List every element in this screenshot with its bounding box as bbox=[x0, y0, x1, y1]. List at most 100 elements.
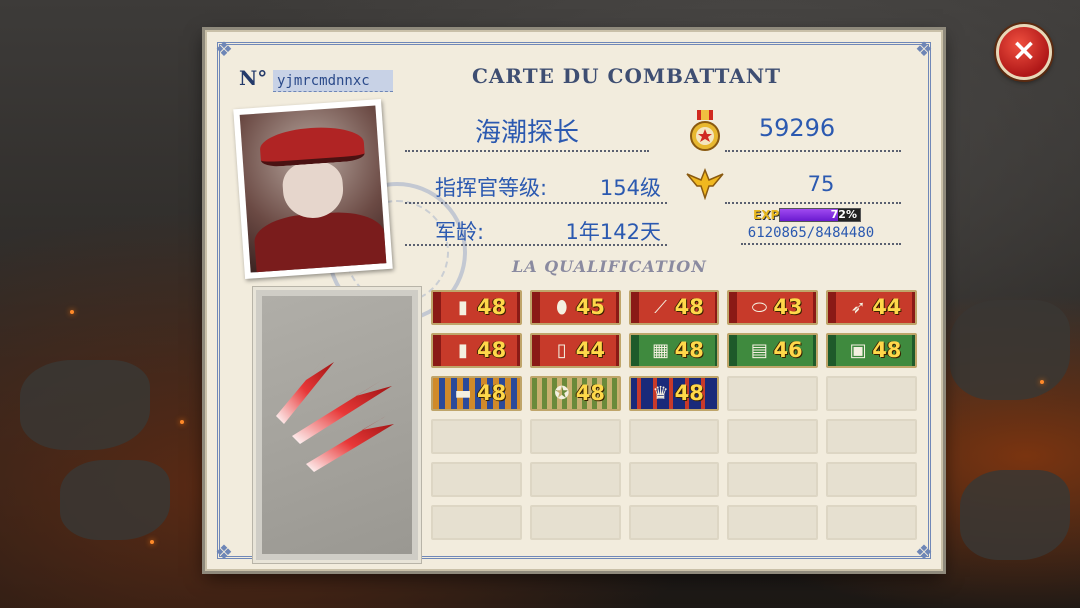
badge-level: 48 bbox=[674, 381, 704, 405]
emblem-panel bbox=[252, 286, 422, 564]
qualification-badge-grid: ▮ 48 ⬮ 45 ⟋ 48 ⬭ 43 ➶ 44 ▮ 48 ▯ 44 ▦ 48 ▤ 46 ▣ 48 ▬ 48 ✪ 48 ♛ 48 bbox=[431, 290, 917, 548]
empty-badge-slot bbox=[628, 462, 720, 497]
portrait-coat bbox=[252, 209, 387, 273]
badge-level: 48 bbox=[674, 338, 704, 362]
qualification-badge[interactable]: ⬭ 43 bbox=[727, 290, 819, 325]
player-name: 海潮探长 bbox=[474, 118, 579, 148]
combatant-card: ❖ ❖ ❖ ❖ N° yjmrcmdnnxc CARTE DU COMBATTA… bbox=[205, 30, 943, 571]
corner-ornament-icon: ❖ bbox=[215, 37, 233, 61]
card-title: CARTE DU COMBATTANT bbox=[472, 64, 781, 88]
empty-badge-slot bbox=[529, 462, 621, 497]
corner-ornament-icon: ❖ bbox=[915, 37, 933, 61]
underline bbox=[725, 150, 901, 152]
empty-badge-slot bbox=[529, 419, 621, 454]
badge-row: ▮ 48 ▯ 44 ▦ 48 ▤ 46 ▣ 48 bbox=[431, 333, 917, 368]
commander-level-label: 指挥官等级: bbox=[435, 176, 548, 200]
medal-icon bbox=[690, 110, 720, 151]
blueprint-icon: ▤ bbox=[750, 340, 768, 361]
number-label: N° bbox=[239, 66, 268, 90]
ammo-icon: ⬭ bbox=[751, 297, 768, 318]
underline bbox=[405, 244, 667, 246]
underline bbox=[725, 202, 901, 204]
exp-label: EXP bbox=[753, 208, 780, 222]
badge-level: 48 bbox=[477, 295, 507, 319]
empty-badge-slot bbox=[431, 505, 522, 540]
empty-badge-slot bbox=[628, 419, 720, 454]
badge-level: 48 bbox=[477, 338, 507, 362]
rifle-icon: ⟋ bbox=[654, 297, 667, 318]
ember bbox=[70, 310, 74, 314]
underline bbox=[405, 150, 649, 152]
rocket-icon: ➶ bbox=[850, 297, 866, 318]
cartridge-icon: ▯ bbox=[556, 340, 567, 361]
close-button[interactable]: × bbox=[996, 24, 1052, 80]
badge-row bbox=[431, 419, 917, 454]
emblem-panel-inner bbox=[262, 296, 412, 554]
badge-level: 48 bbox=[872, 338, 902, 362]
qualification-badge[interactable]: ▯ 44 bbox=[529, 333, 621, 368]
underline bbox=[405, 202, 667, 204]
qualification-badge[interactable]: ▤ 46 bbox=[727, 333, 819, 368]
background-rock bbox=[60, 460, 170, 540]
corner-ornament-icon: ❖ bbox=[215, 540, 233, 564]
badge-row bbox=[431, 462, 917, 497]
badge-level: 43 bbox=[773, 295, 803, 319]
wings-rank-icon bbox=[686, 167, 724, 200]
badge-level: 46 bbox=[773, 338, 803, 362]
qualification-badge[interactable]: ▮ 48 bbox=[431, 333, 522, 368]
empty-badge-slot bbox=[727, 505, 819, 540]
empty-badge-slot bbox=[826, 419, 917, 454]
qualification-badge[interactable]: ▣ 48 bbox=[826, 333, 917, 368]
background-rock bbox=[960, 470, 1070, 560]
shell-icon: ⬮ bbox=[556, 297, 568, 318]
empty-badge-slot bbox=[628, 505, 720, 540]
qualification-badge[interactable]: ▮ 48 bbox=[431, 290, 522, 325]
empty-badge-slot bbox=[727, 462, 819, 497]
portrait-image bbox=[239, 105, 387, 273]
qualification-badge[interactable]: ▦ 48 bbox=[628, 333, 720, 368]
empty-badge-slot bbox=[431, 419, 522, 454]
badge-row: ▮ 48 ⬮ 45 ⟋ 48 ⬭ 43 ➶ 44 bbox=[431, 290, 917, 325]
rank-value: 75 bbox=[807, 172, 835, 196]
combat-power: 59296 bbox=[758, 114, 836, 142]
empty-badge-slot bbox=[826, 462, 917, 497]
portrait-cap bbox=[258, 124, 366, 168]
claw-marks-icon bbox=[276, 356, 394, 472]
commander-level-value: 154级 bbox=[599, 176, 661, 200]
bullet-icon: ▮ bbox=[458, 340, 468, 361]
ember bbox=[1040, 380, 1044, 384]
exp-progress-text: 6120865/8484480 bbox=[747, 225, 875, 241]
badge-level: 48 bbox=[477, 381, 507, 405]
medal-icon: ✪ bbox=[554, 383, 570, 404]
empty-badge-slot bbox=[431, 462, 522, 497]
badge-level: 44 bbox=[575, 338, 606, 362]
empty-badge-slot bbox=[529, 505, 621, 540]
background-rock bbox=[20, 360, 150, 450]
exp-progress-bar: 72% bbox=[779, 208, 861, 222]
qualification-badge[interactable]: ♛ 48 bbox=[628, 376, 720, 411]
underline bbox=[741, 243, 901, 245]
badge-level: 48 bbox=[575, 381, 606, 405]
empty-badge-slot bbox=[727, 376, 819, 411]
badge-level: 45 bbox=[575, 295, 606, 319]
tank-icon: ▬ bbox=[454, 383, 472, 404]
trophy-icon: ♛ bbox=[652, 383, 669, 404]
ember bbox=[150, 540, 154, 544]
badge-row bbox=[431, 505, 917, 540]
qualification-badge[interactable]: ▬ 48 bbox=[431, 376, 522, 411]
qualification-badge[interactable]: ➶ 44 bbox=[826, 290, 917, 325]
bullet-icon: ▮ bbox=[458, 297, 468, 318]
service-age-value: 1年142天 bbox=[565, 220, 661, 244]
crate-icon: ▣ bbox=[849, 340, 867, 361]
map-icon: ▦ bbox=[652, 340, 670, 361]
player-id: yjmrcmdnnxc bbox=[273, 70, 393, 92]
portrait-face bbox=[281, 159, 345, 221]
empty-badge-slot bbox=[826, 376, 917, 411]
qualification-badge[interactable]: ✪ 48 bbox=[529, 376, 621, 411]
badge-level: 44 bbox=[872, 295, 902, 319]
background-rock bbox=[950, 300, 1070, 400]
qualification-badge[interactable]: ⟋ 48 bbox=[628, 290, 720, 325]
service-age-label: 军龄: bbox=[435, 220, 485, 244]
qualification-badge[interactable]: ⬮ 45 bbox=[529, 290, 621, 325]
empty-badge-slot bbox=[826, 505, 917, 540]
